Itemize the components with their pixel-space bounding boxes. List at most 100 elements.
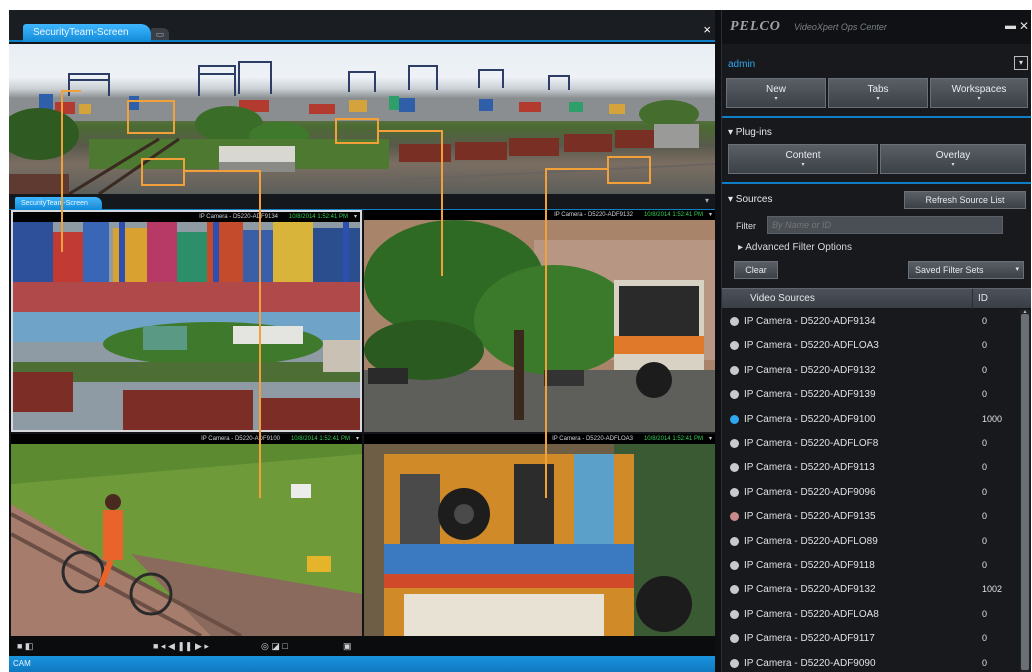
source-id: 0 xyxy=(982,633,988,644)
tile-header: IP Camera - D5220-ADF9132 10/8/2014 1:52… xyxy=(364,210,715,220)
snapshot-controls[interactable]: ◎ ◪ □ xyxy=(261,641,288,652)
source-name: IP Camera - D5220-ADF9139 xyxy=(744,389,876,401)
close-workspace-icon[interactable]: × xyxy=(703,22,711,37)
tile-camera-name: IP Camera - D5220-ADF9134 xyxy=(199,214,278,220)
column-id[interactable]: ID xyxy=(978,293,988,304)
sub-workspace-tabbar: SecurityTeam-Screen ▭ ▾ xyxy=(9,194,715,210)
source-row[interactable]: IP Camera - D5220-ADF9118 0 xyxy=(722,554,1018,578)
camera-feed-tree-road xyxy=(364,220,715,432)
source-id: 0 xyxy=(982,657,988,668)
clear-filter-button[interactable]: Clear xyxy=(734,261,778,279)
tile-menu-icon[interactable]: ▾ xyxy=(354,212,357,222)
source-name: IP Camera - D5220-ADF9117 xyxy=(744,633,875,645)
workspaces-button[interactable]: Workspaces ▾ xyxy=(930,78,1028,108)
app-window: SecurityTeam-Screen ▭ × SecurityTeam-Scr… xyxy=(9,10,1031,672)
callout-leader-line xyxy=(259,170,261,498)
sub-tab-menu-icon[interactable]: ▾ xyxy=(705,196,709,205)
source-row[interactable]: IP Camera - D5220-ADF9090 0 xyxy=(722,652,1018,672)
camera-status-icon xyxy=(730,658,739,668)
tabs-button[interactable]: Tabs ▾ xyxy=(828,78,928,108)
callout-leader-line xyxy=(184,170,260,172)
sources-scrollbar[interactable]: ▴ xyxy=(1020,309,1030,672)
sources-list: IP Camera - D5220-ADF9134 0 IP Camera - D5… xyxy=(722,310,1018,672)
camera-feed-truck xyxy=(364,444,715,636)
sub-new-tab-button[interactable]: ▭ xyxy=(91,200,98,208)
playback-controls[interactable]: ■ ◂ ◀ ❚❚ ▶ ▸ xyxy=(153,641,209,652)
new-button[interactable]: New ▾ xyxy=(726,78,826,108)
new-tab-button[interactable]: ▭ xyxy=(151,28,169,40)
video-tile[interactable]: IP Camera - D5220-ADF9134 10/8/2014 1:52… xyxy=(11,210,362,432)
user-name[interactable]: admin xyxy=(728,59,755,70)
video-tile[interactable]: IP Camera - D5220-ADFLOA3 10/8/2014 1:52… xyxy=(364,434,715,636)
camera-status-icon xyxy=(730,463,739,473)
close-icon[interactable]: ✕ xyxy=(1019,19,1029,33)
panorama-view[interactable] xyxy=(9,44,715,194)
source-row[interactable]: IP Camera - D5220-ADF9113 0 xyxy=(722,456,1018,480)
column-video-sources[interactable]: Video Sources xyxy=(750,293,815,304)
advanced-filter-toggle[interactable]: ▸ Advanced Filter Options xyxy=(738,242,852,253)
source-row[interactable]: IP Camera - D5220-ADF9139 0 xyxy=(722,383,1018,407)
source-id: 0 xyxy=(982,535,988,546)
callout-leader-line xyxy=(61,90,63,252)
source-name: IP Camera - D5220-ADF9113 xyxy=(744,462,875,474)
video-tile[interactable]: IP Camera - D5220-ADF9100 10/8/2014 1:52… xyxy=(11,434,362,636)
sub-tab-security-team-screen[interactable]: SecurityTeam-Screen xyxy=(15,197,102,210)
sidebar-header: PELCO VideoXpert Ops Center ▬ ✕ xyxy=(722,10,1031,44)
source-row[interactable]: IP Camera - D5220-ADFLOA8 0 xyxy=(722,603,1018,627)
saved-filter-sets-dropdown[interactable]: Saved Filter Sets ▾ xyxy=(908,261,1024,279)
source-row[interactable]: IP Camera - D5220-ADFLO89 0 xyxy=(722,530,1018,554)
source-name: IP Camera - D5220-ADF9132 xyxy=(744,584,876,596)
section-divider xyxy=(722,182,1031,184)
source-id: 1000 xyxy=(982,413,1003,424)
tile-menu-icon[interactable]: ▾ xyxy=(709,210,712,220)
source-id: 0 xyxy=(982,608,988,619)
source-name: IP Camera - D5220-ADF9096 xyxy=(744,486,876,498)
tile-timestamp: 10/8/2014 1:52:41 PM xyxy=(643,212,703,218)
tile-menu-icon[interactable]: ▾ xyxy=(356,434,359,444)
source-row[interactable]: IP Camera - D5220-ADF9132 1002 xyxy=(722,578,1018,602)
source-name: IP Camera - D5220-ADF9100 xyxy=(744,413,876,425)
tab-security-team-screen[interactable]: SecurityTeam-Screen xyxy=(23,24,151,42)
scrollbar-thumb[interactable] xyxy=(1021,314,1029,670)
tile-camera-name: IP Camera - D5220-ADFLOA3 xyxy=(552,436,633,442)
content-button-label: Content xyxy=(785,150,821,161)
filter-input[interactable] xyxy=(767,216,1003,234)
workspace-tabbar: SecurityTeam-Screen ▭ × xyxy=(9,10,715,42)
sources-section-toggle[interactable]: ▾ Sources xyxy=(728,194,772,205)
video-tile[interactable]: IP Camera - D5220-ADF9132 10/8/2014 1:52… xyxy=(364,210,715,432)
content-button[interactable]: Content ▾ xyxy=(728,144,878,174)
source-name: IP Camera - D5220-ADFLOF8 xyxy=(744,438,879,449)
camera-status-icon xyxy=(730,390,739,400)
tile-timestamp: 10/8/2014 1:52:41 PM xyxy=(643,436,703,442)
source-row[interactable]: IP Camera - D5220-ADF9134 0 xyxy=(722,310,1018,334)
source-row[interactable]: IP Camera - D5220-ADF9096 0 xyxy=(722,481,1018,505)
source-id: 0 xyxy=(982,486,988,497)
source-row[interactable]: IP Camera - D5220-ADF9135 0 xyxy=(722,505,1018,529)
source-row[interactable]: IP Camera - D5220-ADF9100 1000 xyxy=(722,408,1018,432)
layout-controls[interactable]: ■ ◧ xyxy=(17,641,33,652)
overlay-button[interactable]: Overlay ▾ xyxy=(880,144,1026,174)
status-text: CAM xyxy=(13,659,31,668)
source-id: 1002 xyxy=(982,584,1003,595)
source-row[interactable]: IP Camera - D5220-ADF9117 0 xyxy=(722,627,1018,651)
tile-header: IP Camera - D5220-ADFLOA3 10/8/2014 1:52… xyxy=(364,434,715,444)
tile-timestamp: 10/8/2014 1:52:41 PM xyxy=(288,214,348,220)
fullscreen-icon[interactable]: ▣ xyxy=(343,641,352,652)
callout-leader-line xyxy=(379,130,443,132)
source-row[interactable]: IP Camera - D5220-ADFLOA3 0 xyxy=(722,334,1018,358)
source-name: IP Camera - D5220-ADF9135 xyxy=(744,511,876,523)
camera-status-icon xyxy=(730,634,739,644)
source-row[interactable]: IP Camera - D5220-ADFLOF8 0 xyxy=(722,432,1018,456)
minimize-icon[interactable]: ▬ xyxy=(1005,20,1016,32)
camera-status-icon xyxy=(730,536,739,546)
saved-filter-sets-label: Saved Filter Sets xyxy=(915,265,984,275)
refresh-source-list-button[interactable]: Refresh Source List xyxy=(904,191,1026,209)
panorama-callout-box xyxy=(141,158,185,186)
source-row[interactable]: IP Camera - D5220-ADF9132 0 xyxy=(722,359,1018,383)
workspace-toolbar: ■ ◧ ■ ◂ ◀ ❚❚ ▶ ▸ ◎ ◪ □ ▣ xyxy=(9,636,715,656)
tile-menu-icon[interactable]: ▾ xyxy=(709,434,712,444)
plugins-section-toggle[interactable]: ▾ Plug-ins xyxy=(728,127,772,138)
user-dropdown-icon[interactable]: ▾ xyxy=(1014,56,1028,70)
source-id: 0 xyxy=(982,511,988,522)
camera-status-icon xyxy=(730,317,739,326)
